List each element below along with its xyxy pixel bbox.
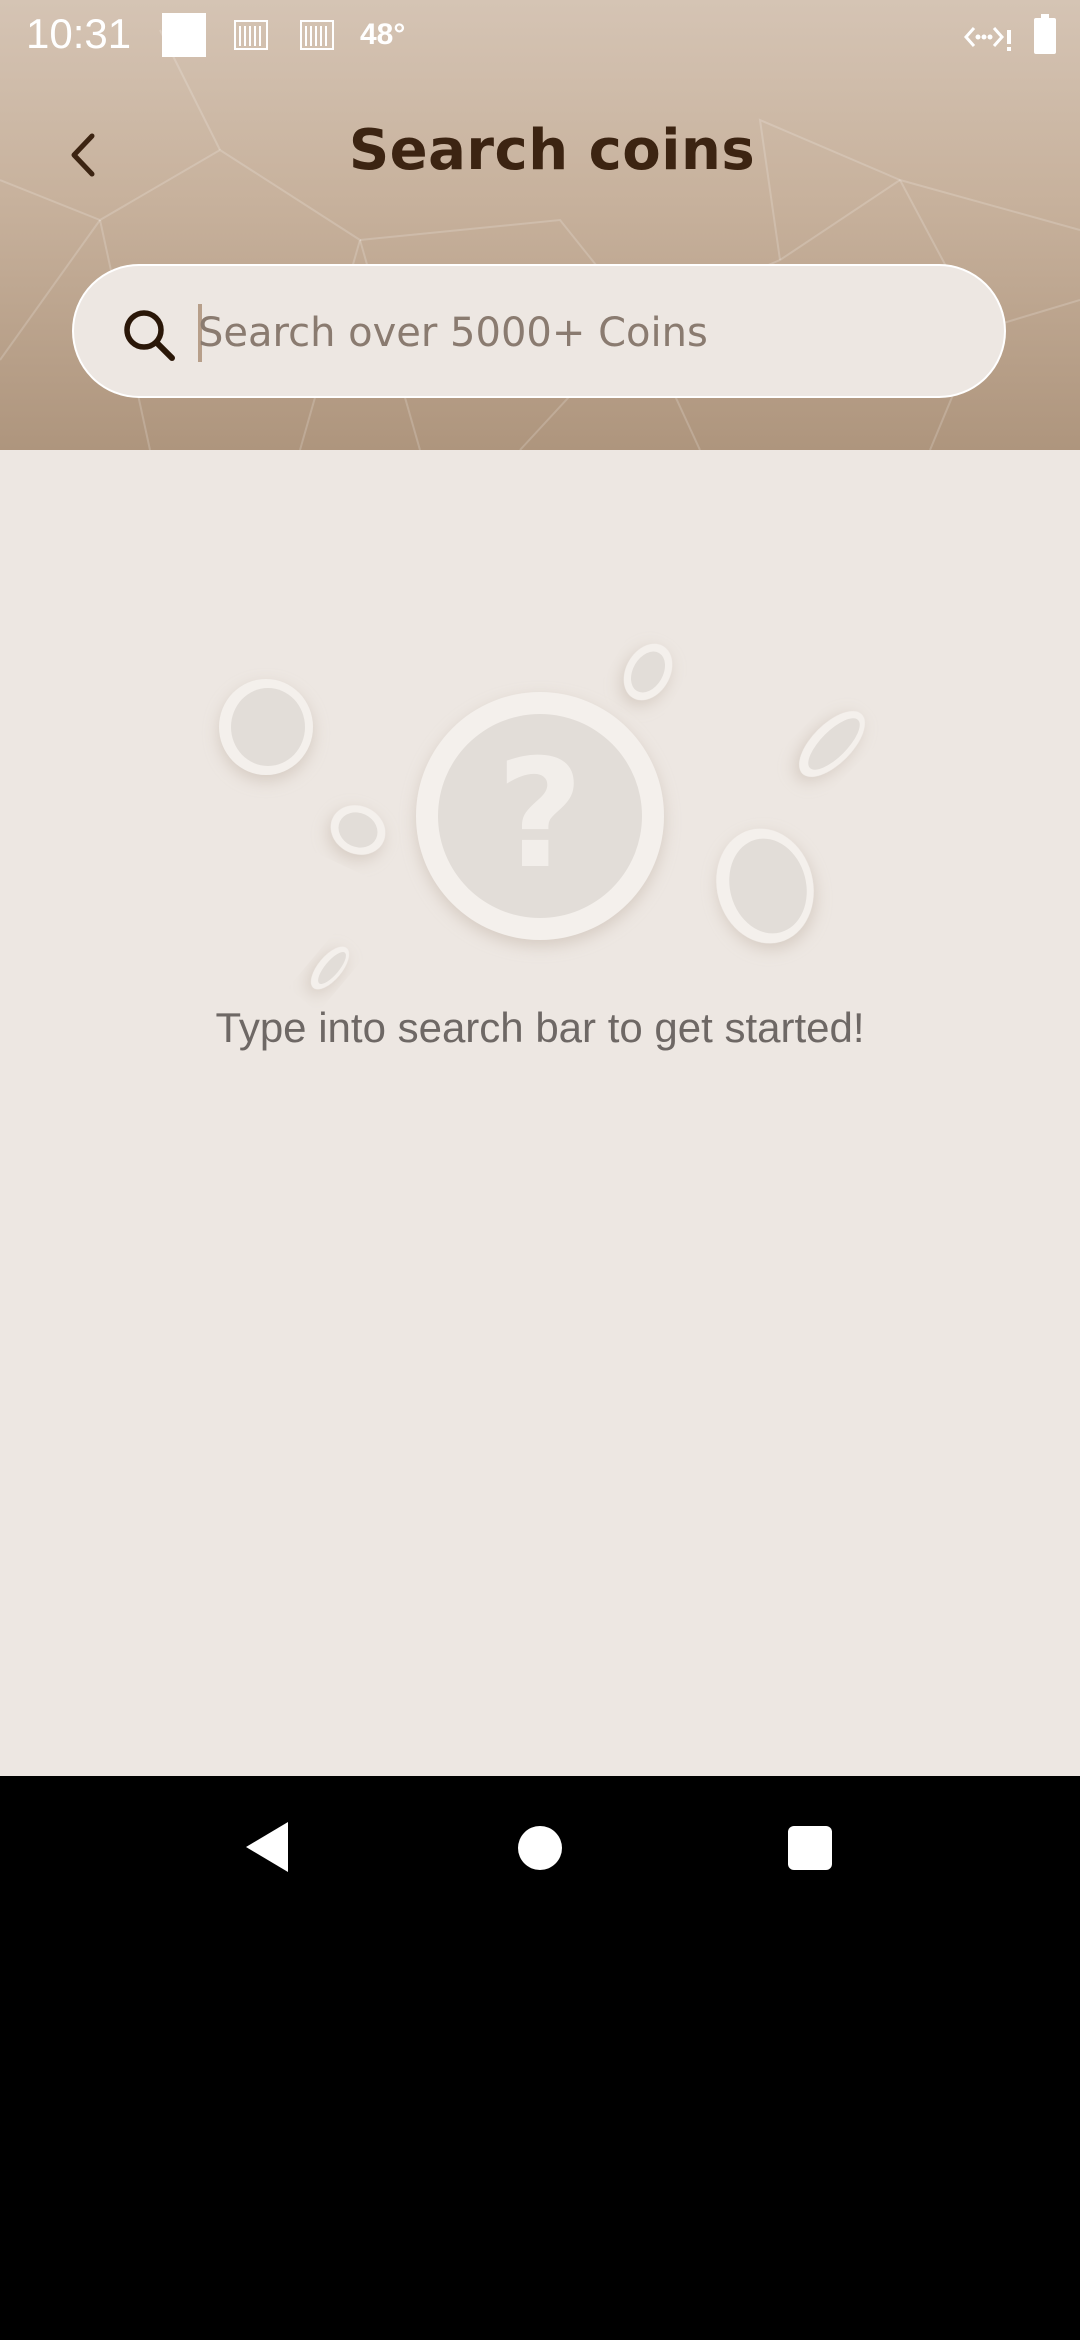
notification-square-icon	[162, 13, 206, 57]
notification-icon	[300, 20, 334, 50]
battery-icon	[1034, 14, 1056, 54]
empty-state-message: Type into search bar to get started!	[215, 1004, 865, 1051]
page-title: Search coins	[348, 118, 756, 183]
navigation-bar	[0, 1776, 1080, 2340]
search-bar[interactable]	[72, 264, 1006, 398]
header: 10:31 48° Search coins Search over 5000+…	[0, 0, 1080, 450]
status-bar: 10:31 48°	[0, 0, 1080, 72]
status-temperature: 48°	[360, 18, 406, 51]
notification-icon	[234, 20, 268, 50]
signal-icon	[964, 27, 1011, 51]
search-input[interactable]	[198, 296, 978, 370]
svg-text:?: ?	[496, 728, 583, 902]
status-time: 10:31	[26, 10, 132, 57]
search-icon	[124, 310, 175, 361]
home-circle-icon[interactable]	[518, 1826, 562, 1870]
coins-question-icon: ?	[219, 643, 865, 990]
screen: 10:31 48° Search coins Search over 5000+…	[0, 0, 1080, 2340]
back-triangle-icon[interactable]	[244, 1820, 290, 1874]
recents-square-icon[interactable]	[788, 1826, 832, 1870]
